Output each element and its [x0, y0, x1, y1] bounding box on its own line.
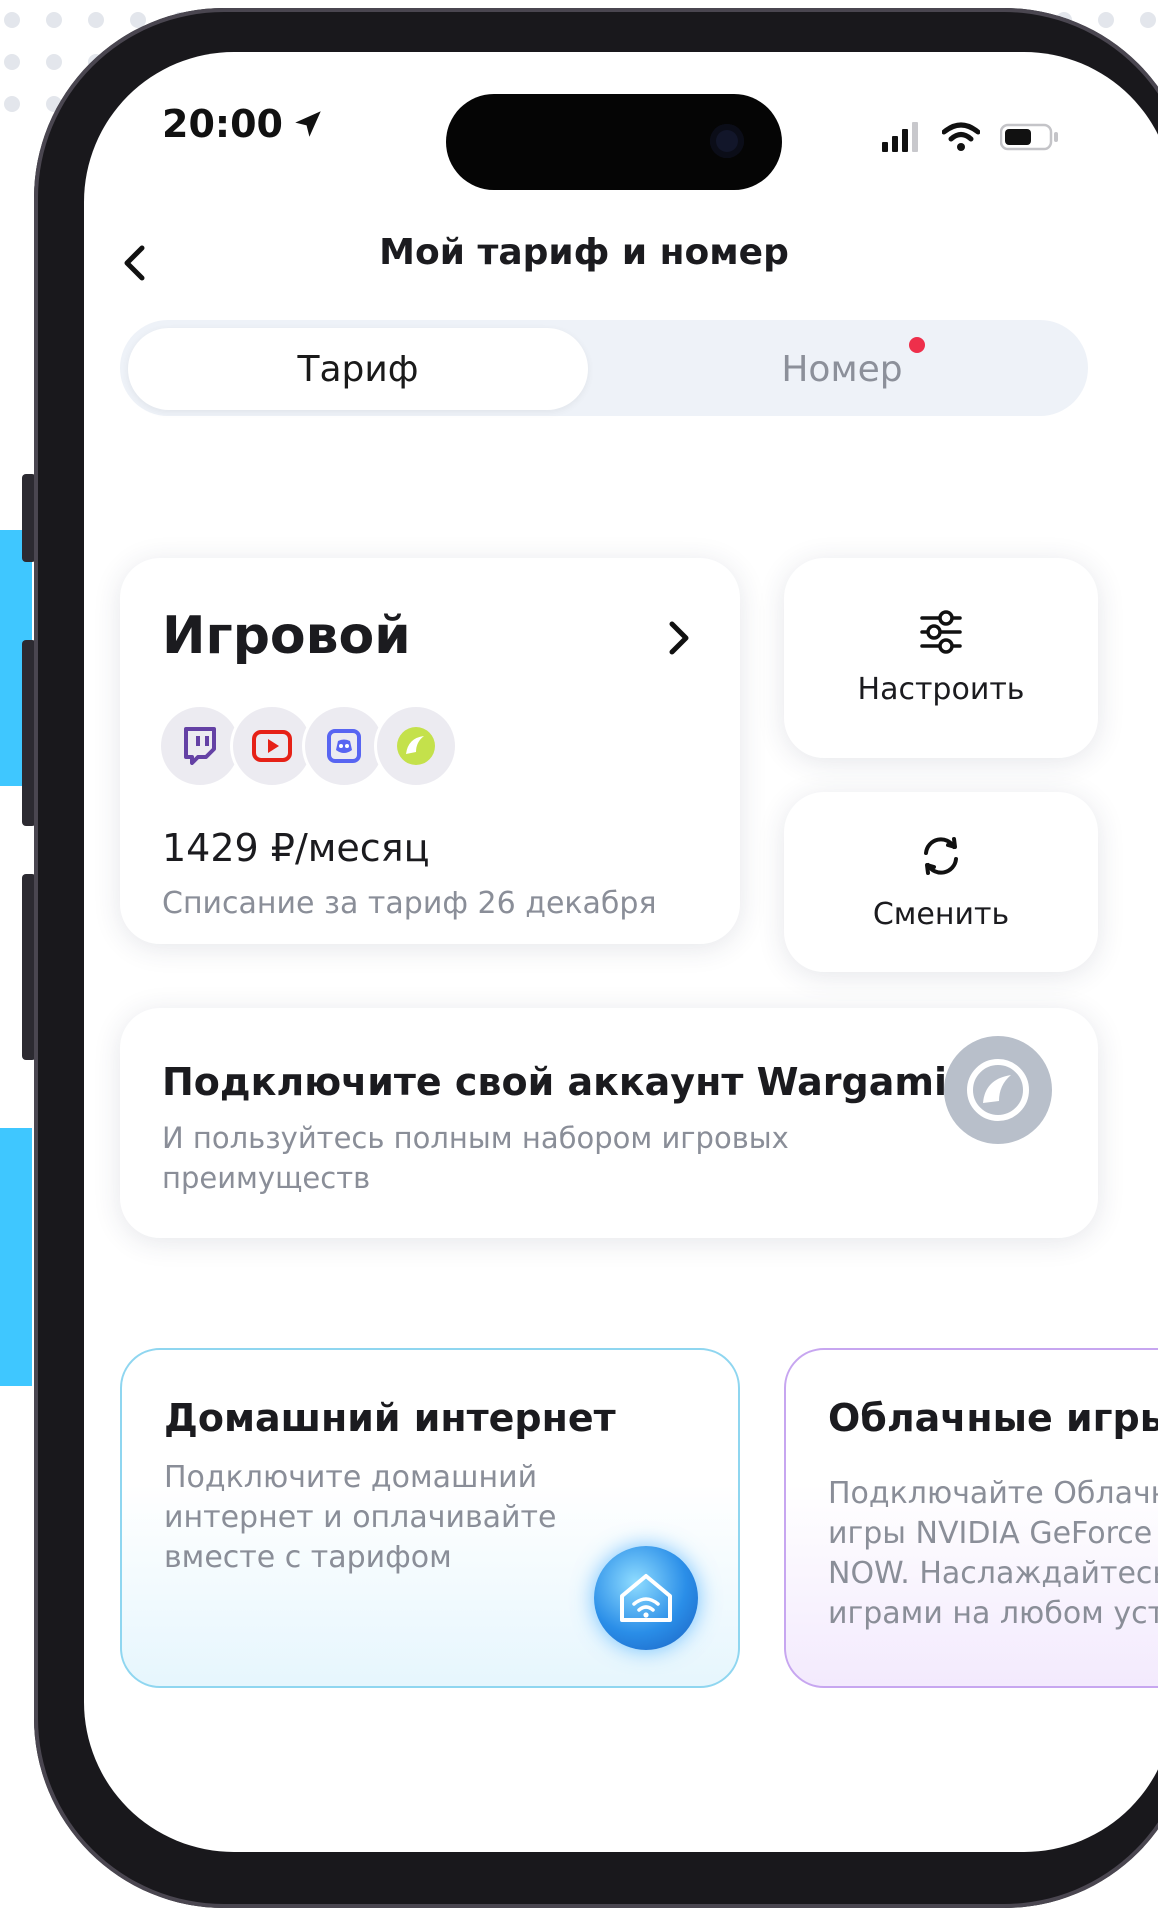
location-arrow-icon	[295, 111, 321, 137]
wifi-icon	[942, 122, 980, 151]
tariff-card[interactable]: Игровой 1429 ₽/месяц Списание за тариф 2…	[120, 558, 740, 944]
wargaming-title: Подключите свой аккаунт Wargaming	[162, 1060, 1002, 1104]
refresh-icon	[924, 836, 958, 875]
cloud-gaming-promo[interactable]: Облачные игры С Подключайте Облачн игры …	[784, 1348, 1158, 1688]
configure-label: Настроить	[857, 671, 1025, 707]
promo-description: Подключайте Облачн игры NVIDIA GeForce N…	[828, 1476, 1158, 1631]
dynamic-island	[446, 94, 782, 190]
tariff-price: 1429 ₽/месяц	[162, 826, 430, 870]
tab-tariff[interactable]: Тариф	[128, 328, 588, 410]
home-wifi-icon	[594, 1546, 698, 1650]
phone-screen: 20:00 Мой тариф и номер Тариф Номер Игро…	[84, 52, 1158, 1852]
battery-icon	[1000, 123, 1058, 151]
wargaming-logo-icon	[944, 1036, 1052, 1144]
wargaming-connect-card[interactable]: Подключите свой аккаунт Wargaming И поль…	[120, 1008, 1098, 1238]
change-tariff-button[interactable]: Сменить	[784, 792, 1098, 972]
wargaming-icon	[374, 704, 458, 788]
promo-title: Домашний интернет	[164, 1396, 616, 1440]
change-label: Сменить	[872, 896, 1010, 932]
configure-button[interactable]: Настроить	[784, 558, 1098, 758]
included-apps	[158, 704, 458, 788]
chevron-right-icon	[669, 621, 689, 655]
status-icons	[882, 122, 1060, 152]
signal-icon	[882, 122, 918, 152]
sliders-icon	[920, 609, 962, 654]
notification-dot	[908, 336, 925, 353]
charge-date-note: Списание за тариф 26 декабря	[162, 886, 657, 921]
tab-number[interactable]: Номер	[604, 328, 1080, 410]
wargaming-subtitle: И пользуйтесь полным набором игровых пре…	[162, 1121, 789, 1195]
page-title: Мой тариф и номер	[379, 232, 789, 273]
promo-title: Облачные игры С	[828, 1396, 1158, 1440]
decorative-strip	[0, 1128, 32, 1386]
tariff-name: Игровой	[162, 606, 411, 666]
promo-description: Подключите домашний интернет и оплачивай…	[164, 1460, 557, 1575]
segmented-tabs: Тариф Номер	[120, 320, 1088, 416]
home-internet-promo[interactable]: Домашний интернет Подключите домашний ин…	[120, 1348, 740, 1688]
status-time: 20:00	[162, 102, 325, 146]
